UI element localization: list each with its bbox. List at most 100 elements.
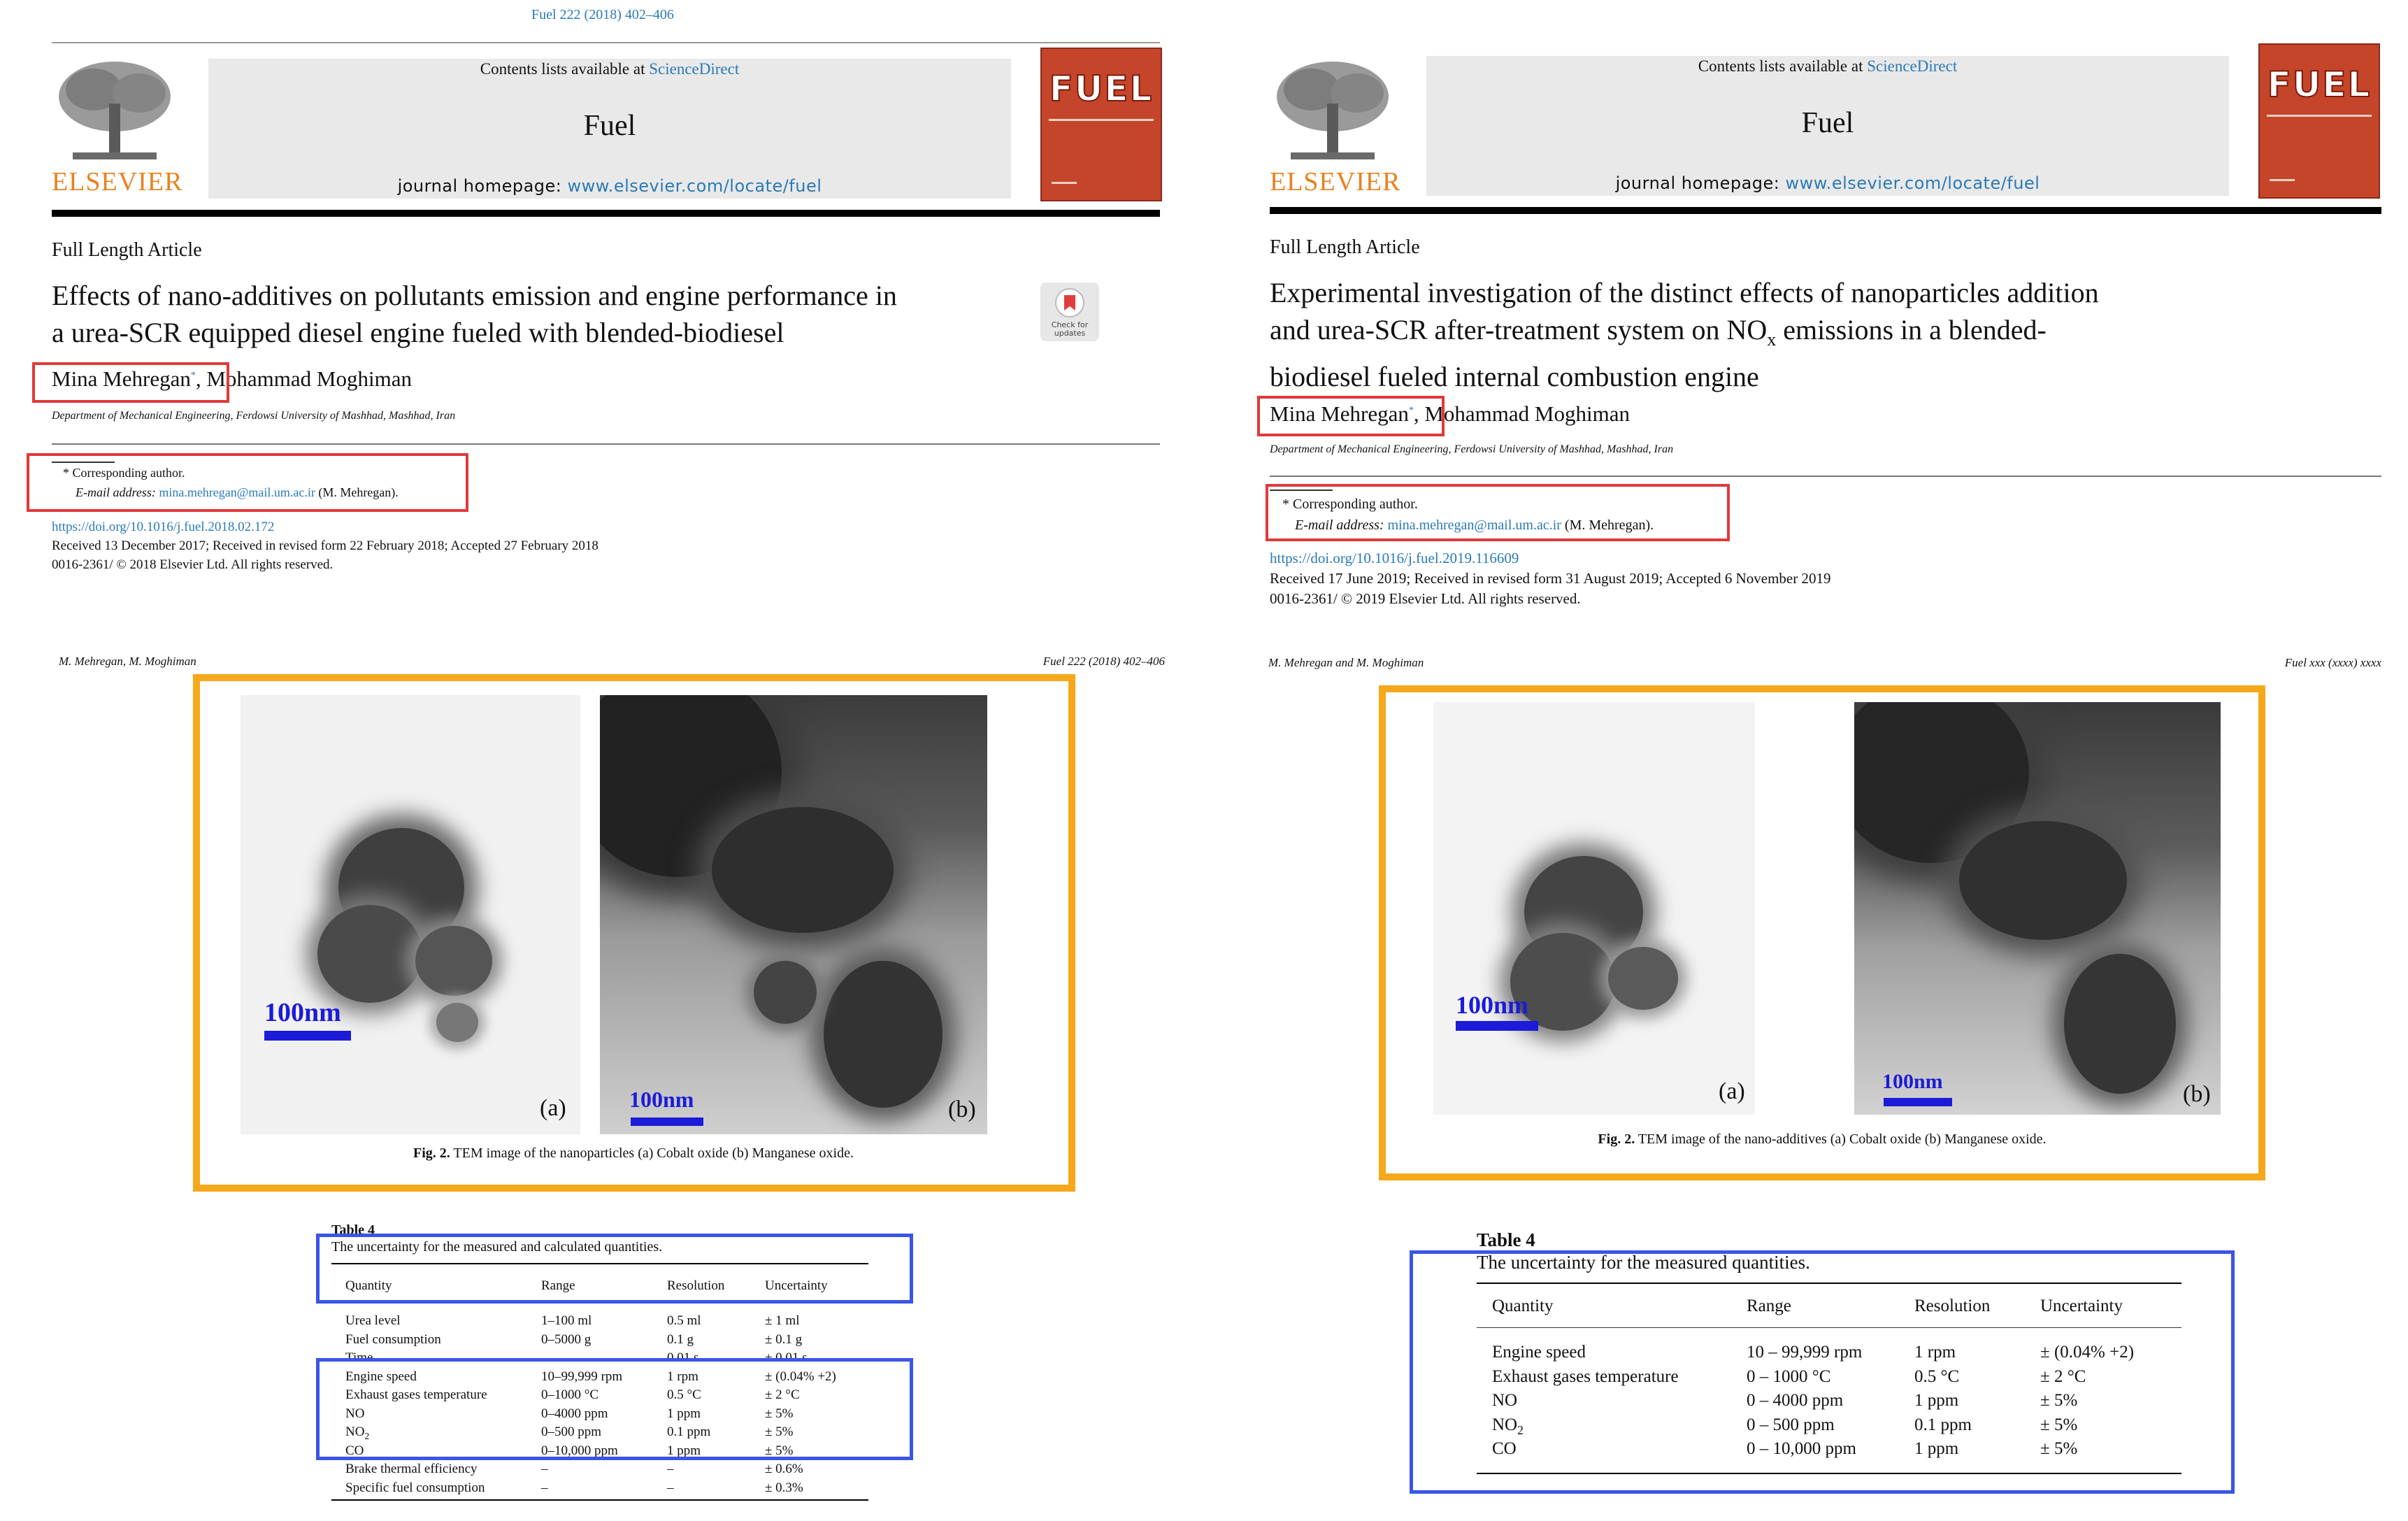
left-contents-prefix: Contents lists available at <box>480 60 650 78</box>
right-cover-footer-line <box>2270 179 2295 181</box>
right-received-dates: Received 17 June 2019; Received in revis… <box>1270 570 1831 587</box>
particle-blob <box>436 1003 478 1042</box>
left-elsevier-logo: ELSEVIER <box>52 55 182 198</box>
right-article-title: Experimental investigation of the distin… <box>1270 274 2360 395</box>
right-homepage-line: journal homepage: www.elsevier.com/locat… <box>1426 173 2229 193</box>
left-article-meta: https://doi.org/10.1016/j.fuel.2018.02.1… <box>52 517 599 574</box>
left-panel-label-a: (a) <box>540 1095 566 1121</box>
right-footnote-highlight <box>1266 484 1730 541</box>
table-cell: ± 0.3% <box>765 1480 803 1495</box>
left-check-badge-label: Check for updates <box>1051 320 1089 338</box>
right-tem-image-b: 100nm (b) <box>1854 702 2221 1115</box>
right-title-line-1: Experimental investigation of the distin… <box>1270 277 2099 308</box>
table-cell: Urea level <box>345 1313 401 1328</box>
left-running-journal: Fuel 222 (2018) 402–406 <box>1042 655 1165 668</box>
left-table-rows-highlight <box>316 1358 913 1460</box>
left-title-line-1: Effects of nano-additives on pollutants … <box>52 280 897 311</box>
bookmark-icon <box>1055 288 1084 317</box>
right-running-author: M. Mehregan and M. Moghiman <box>1268 656 1424 669</box>
left-doi-link[interactable]: https://doi.org/10.1016/j.fuel.2018.02.1… <box>52 517 599 536</box>
left-scale-bar-a <box>264 1031 351 1041</box>
left-homepage-link[interactable]: www.elsevier.com/locate/fuel <box>568 176 822 196</box>
table-cell: Fuel consumption <box>345 1331 441 1347</box>
right-homepage-prefix: journal homepage: <box>1615 173 1786 193</box>
particle-blob <box>754 961 817 1024</box>
table-cell: Specific fuel consumption <box>345 1480 485 1495</box>
right-cover-title: FUEL <box>2267 64 2372 106</box>
right-panel-label-b: (b) <box>2183 1081 2211 1107</box>
left-title-line-2: a urea-SCR equipped diesel engine fueled… <box>52 317 784 348</box>
table-cell: Brake thermal efficiency <box>345 1462 478 1476</box>
left-homepage-line: journal homepage: www.elsevier.com/locat… <box>208 176 1011 196</box>
right-affiliation-rule <box>1270 476 2381 477</box>
table-cell: ± 0.1 g <box>765 1331 803 1347</box>
table-cell: – <box>667 1462 674 1476</box>
left-journal-header: Contents lists available at ScienceDirec… <box>208 59 1011 199</box>
left-affiliation-rule <box>52 443 1160 445</box>
table-cell: 0.5 ml <box>667 1313 701 1328</box>
right-figure-caption-text: TEM image of the nano-additives (a) Coba… <box>1635 1131 2047 1147</box>
right-elsevier-wordmark: ELSEVIER <box>1270 167 1401 197</box>
left-article-type: Full Length Article <box>52 239 202 261</box>
table-cell: – <box>541 1462 548 1476</box>
right-doi-link[interactable]: https://doi.org/10.1016/j.fuel.2019.1166… <box>1270 548 1830 569</box>
left-tem-image-a: 100nm (a) <box>241 695 580 1134</box>
right-affiliation: Department of Mechanical Engineering, Fe… <box>1270 443 1674 455</box>
left-footnote-highlight <box>27 453 468 512</box>
particle-blob <box>824 961 943 1108</box>
right-title-line-2b: emissions in a blended- <box>1776 314 2047 345</box>
left-cover-subtitle-line <box>1049 119 1154 121</box>
right-tem-image-a: 100nm (a) <box>1433 702 1755 1115</box>
table-cell: 1–100 ml <box>541 1313 592 1328</box>
left-journal-name: Fuel <box>583 110 636 142</box>
left-figure-caption: Fig. 2. TEM image of the nanoparticles (… <box>210 1145 1057 1162</box>
left-check-for-updates-button[interactable]: Check for updates <box>1040 283 1099 341</box>
right-article-meta: https://doi.org/10.1016/j.fuel.2019.1166… <box>1270 548 1830 609</box>
table-cell: 0.1 g <box>667 1331 694 1347</box>
right-title-line-2: and urea-SCR after-treatment system on N… <box>1270 311 2360 358</box>
left-cover-footer-line <box>1052 182 1077 184</box>
left-scale-label-a: 100nm <box>264 998 341 1027</box>
left-homepage-prefix: journal homepage: <box>397 176 568 196</box>
right-panel-label-a: (a) <box>1719 1078 1745 1104</box>
particle-blob <box>712 807 894 933</box>
table-cell: ± 0.6% <box>765 1462 803 1476</box>
left-journal-ref-top[interactable]: Fuel 222 (2018) 402–406 <box>531 7 674 23</box>
right-elsevier-logo: ELSEVIER <box>1270 55 1400 198</box>
left-article-title: Effects of nano-additives on pollutants … <box>52 277 1031 351</box>
right-article-type: Full Length Article <box>1270 236 1420 258</box>
particle-blob <box>2064 954 2176 1094</box>
right-journal-header: Contents lists available at ScienceDirec… <box>1426 56 2229 196</box>
left-top-rule <box>52 42 1160 43</box>
right-author-2[interactable]: Mohammad Moghiman <box>1424 401 1630 426</box>
right-title-subscript: x <box>1767 329 1777 350</box>
right-figure-label: Fig. 2. <box>1598 1131 1635 1147</box>
left-scale-label-b: 100nm <box>629 1087 694 1112</box>
elsevier-tree-icon <box>1270 55 1396 166</box>
left-cover-title: FUEL <box>1049 68 1154 110</box>
right-homepage-link[interactable]: www.elsevier.com/locate/fuel <box>1786 173 2040 193</box>
table-cell: ± 1 ml <box>765 1313 800 1328</box>
left-table-caption-highlight <box>316 1234 913 1304</box>
right-scale-label-a: 100nm <box>1456 991 1529 1019</box>
particle-blob <box>317 905 422 1003</box>
left-sciencedirect-link[interactable]: ScienceDirect <box>649 60 739 78</box>
left-elsevier-wordmark: ELSEVIER <box>52 167 183 197</box>
right-contents-line: Contents lists available at ScienceDirec… <box>1426 57 2229 76</box>
particle-blob <box>415 926 492 996</box>
right-journal-cover: FUEL <box>2258 43 2380 199</box>
right-author-highlight <box>1257 396 1445 436</box>
particle-blob <box>1608 947 1678 1010</box>
right-scale-label-b: 100nm <box>1882 1070 1943 1093</box>
left-journal-cover: FUEL <box>1040 48 1162 201</box>
left-received-dates: Received 13 December 2017; Received in r… <box>52 538 599 553</box>
left-tem-image-b: 100nm (b) <box>600 695 987 1134</box>
left-author-highlight <box>32 362 229 403</box>
elsevier-tree-icon <box>52 55 178 166</box>
right-table-label: Table 4 <box>1477 1229 1535 1250</box>
left-author-2[interactable]: Mohammad Moghiman <box>206 366 412 391</box>
left-figure-label: Fig. 2. <box>413 1145 450 1161</box>
right-sciencedirect-link[interactable]: ScienceDirect <box>1867 57 1957 75</box>
right-title-line-3: biodiesel fueled internal combustion eng… <box>1270 361 1759 392</box>
table-cell: – <box>541 1480 548 1495</box>
